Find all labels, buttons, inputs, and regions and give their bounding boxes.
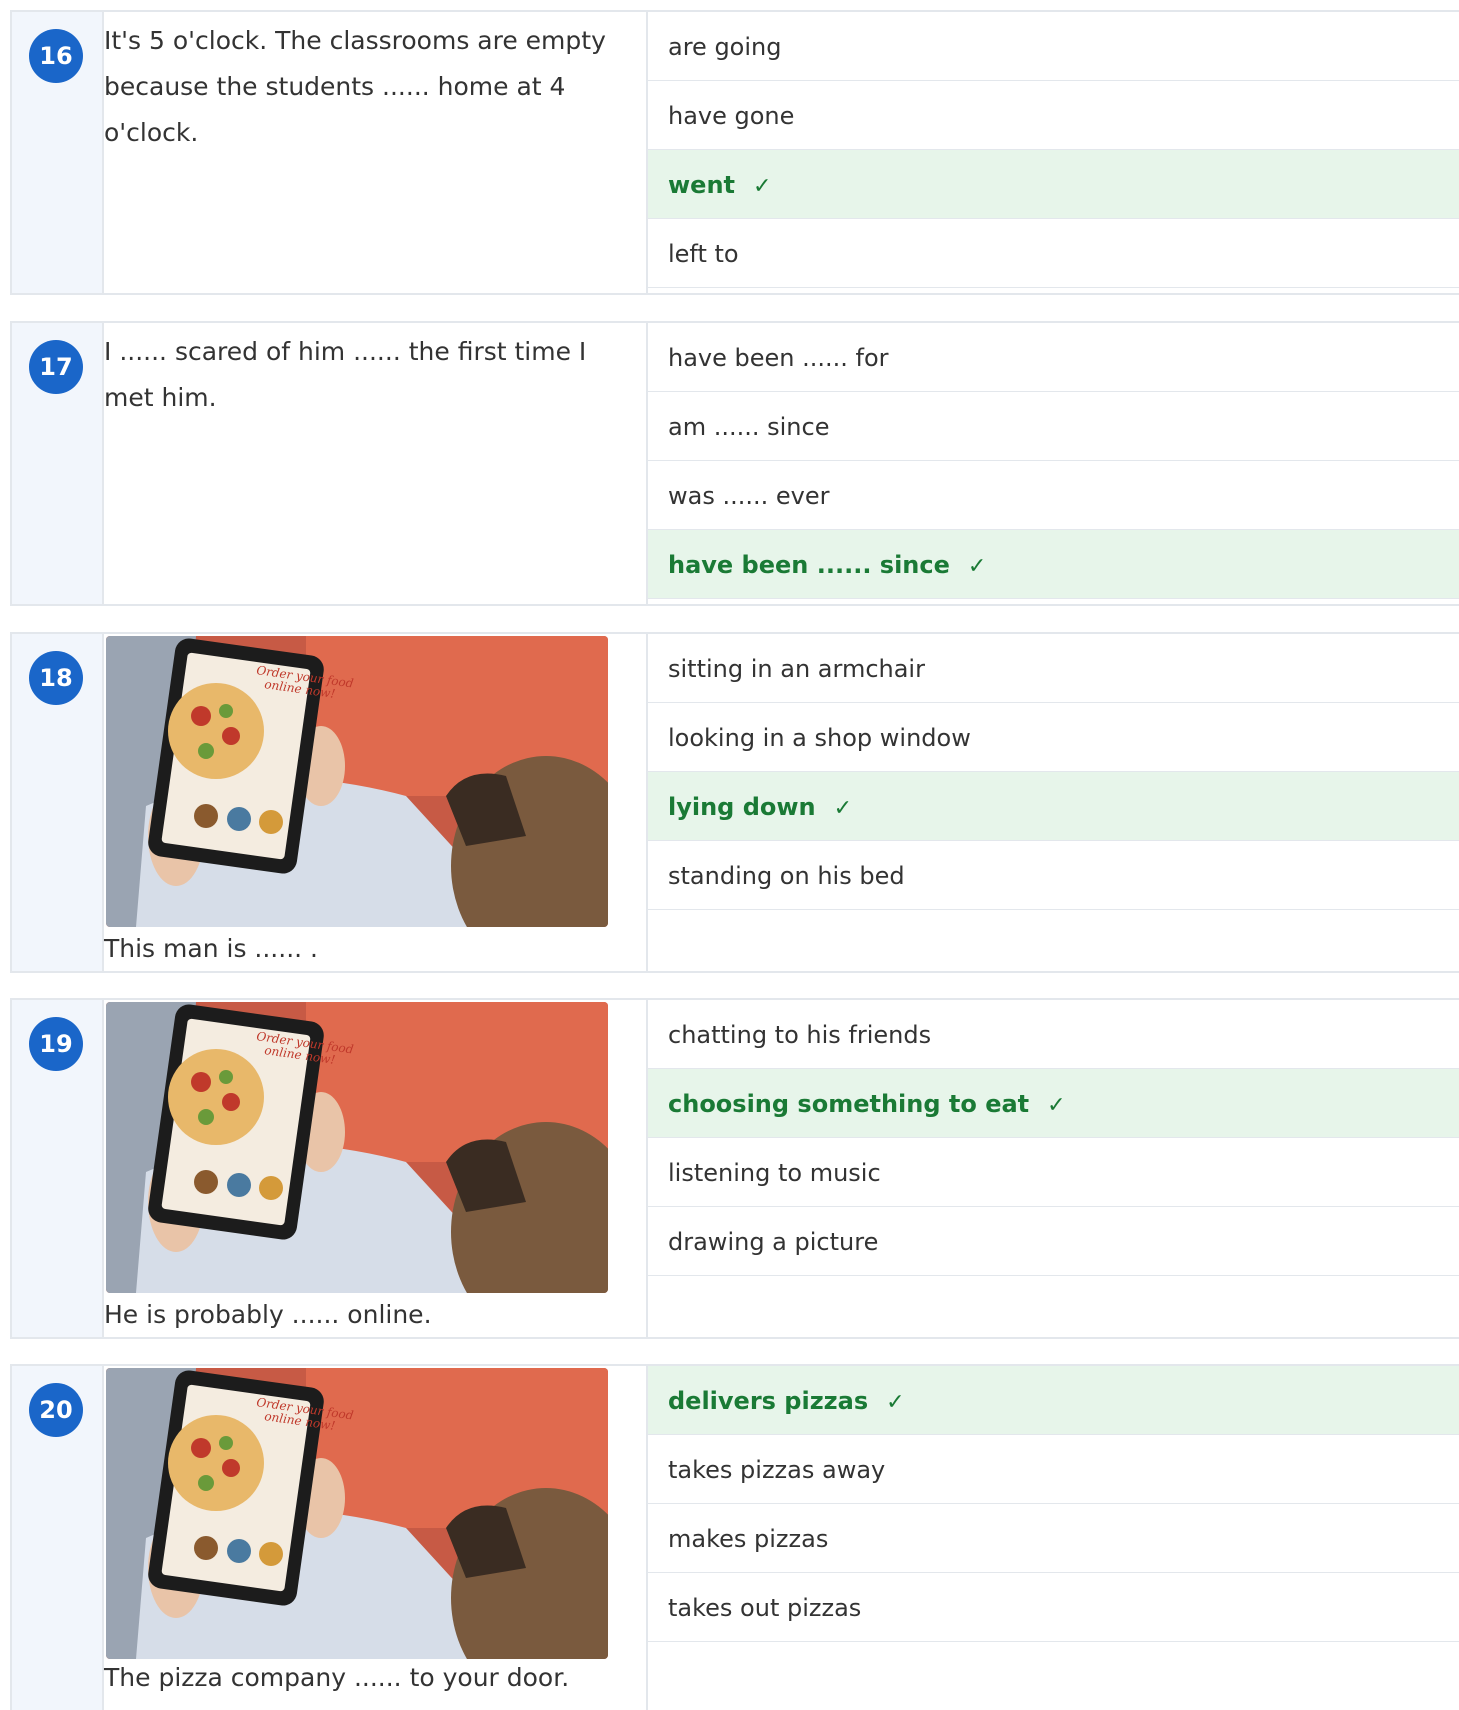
check-icon: ✓ [833,796,853,821]
answer-option[interactable]: am ...... since [648,392,1459,461]
question-number-column: 20 [12,1366,104,1710]
question-prompt-column: I ...... scared of him ...... the first … [104,323,644,604]
answer-option-label: chatting to his friends [668,1021,932,1049]
man-with-tablet-photo: Order your food online now! [106,1368,608,1659]
answer-options: have been ...... for am ...... since was… [646,323,1459,604]
question-number-column: 16 [12,12,104,293]
answer-options: are going have gone went ✓ left to [646,12,1459,293]
question-prompt: It's 5 o'clock. The classrooms are empty… [104,26,606,147]
answer-option[interactable]: chatting to his friends [648,1000,1459,1069]
answer-option[interactable]: are going [648,12,1459,81]
answer-option-correct[interactable]: choosing something to eat ✓ [648,1069,1459,1138]
question-number-column: 19 [12,1000,104,1337]
answer-option-label: have been ...... since [668,551,950,579]
answer-option[interactable]: takes out pizzas [648,1573,1459,1642]
answer-option-label: looking in a shop window [668,724,971,752]
man-with-tablet-photo: Order your food online now! [106,636,608,927]
question-prompt-column: Order your food online now! He is probab… [104,1000,644,1337]
question-card-16: 16 It's 5 o'clock. The classrooms are em… [10,10,1459,295]
answer-option-label: am ...... since [668,413,830,441]
answer-option-label: standing on his bed [668,862,905,890]
answer-option-label: delivers pizzas [668,1387,869,1415]
answer-option-correct[interactable]: lying down ✓ [648,772,1459,841]
check-icon: ✓ [886,1390,905,1415]
answer-options: sitting in an armchair looking in a shop… [646,634,1459,971]
question-number-column: 17 [12,323,104,604]
question-card-20: 20 Order your food online now! The pizza… [10,1364,1459,1710]
answer-option-label: makes pizzas [668,1525,829,1553]
check-icon: ✓ [753,174,772,199]
answer-option-label: are going [668,33,782,61]
answer-option-label: have gone [668,102,795,130]
question-prompt: He is probably ...... online. [104,1300,432,1329]
question-prompt-column: Order your food online now! The pizza co… [104,1366,644,1710]
answer-option-correct[interactable]: went ✓ [648,150,1459,219]
question-prompt-column: It's 5 o'clock. The classrooms are empty… [104,12,644,293]
answer-option-label: left to [668,240,739,268]
question-number-column: 18 [12,634,104,971]
answer-option-label: lying down [668,793,816,821]
answer-options: chatting to his friends choosing somethi… [646,1000,1459,1337]
man-with-tablet-photo: Order your food online now! [106,1002,608,1293]
answer-option[interactable]: sitting in an armchair [648,634,1459,703]
answer-option[interactable]: takes pizzas away [648,1435,1459,1504]
answer-option[interactable]: standing on his bed [648,841,1459,910]
answer-option-label: choosing something to eat [668,1090,1030,1118]
answer-option[interactable]: left to [648,219,1459,288]
answer-option[interactable]: drawing a picture [648,1207,1459,1276]
question-number-badge: 19 [29,1017,83,1071]
question-prompt-column: Order your food online now! This man is … [104,634,644,971]
answer-option-correct[interactable]: have been ...... since ✓ [648,530,1459,599]
answer-option-correct[interactable]: delivers pizzas ✓ [648,1366,1459,1435]
question-photo: Order your food online now! [106,1368,608,1659]
question-prompt: I ...... scared of him ...... the first … [104,337,587,412]
answer-option[interactable]: have been ...... for [648,323,1459,392]
check-icon: ✓ [967,554,987,579]
question-number-badge: 17 [29,340,83,394]
question-number-badge: 20 [29,1383,83,1437]
answer-option-label: takes out pizzas [668,1594,862,1622]
question-number-badge: 18 [29,651,83,705]
question-card-19: 19 Order your food online now! He is pro… [10,998,1459,1339]
answer-option[interactable]: have gone [648,81,1459,150]
answer-option-label: have been ...... for [668,344,889,372]
question-number-badge: 16 [29,29,83,83]
answer-option-label: takes pizzas away [668,1456,886,1484]
question-card-18: 18 Order your food online now! This man … [10,632,1459,973]
answer-option[interactable]: looking in a shop window [648,703,1459,772]
question-photo: Order your food online now! [106,1002,608,1293]
answer-option-label: went [668,171,736,199]
answer-option-label: was ...... ever [668,482,830,510]
question-card-17: 17 I ...... scared of him ...... the fir… [10,321,1459,606]
answer-options: delivers pizzas ✓ takes pizzas away makes… [646,1366,1459,1710]
answer-option[interactable]: listening to music [648,1138,1459,1207]
question-prompt: This man is ...... . [104,934,318,963]
answer-option-label: sitting in an armchair [668,655,925,683]
answer-option[interactable]: was ...... ever [648,461,1459,530]
check-icon: ✓ [1047,1093,1066,1118]
question-photo: Order your food online now! [106,636,608,927]
answer-option[interactable]: makes pizzas [648,1504,1459,1573]
question-prompt: The pizza company ...... to your door. [104,1663,570,1692]
answer-option-label: drawing a picture [668,1228,879,1256]
answer-option-label: listening to music [668,1159,881,1187]
